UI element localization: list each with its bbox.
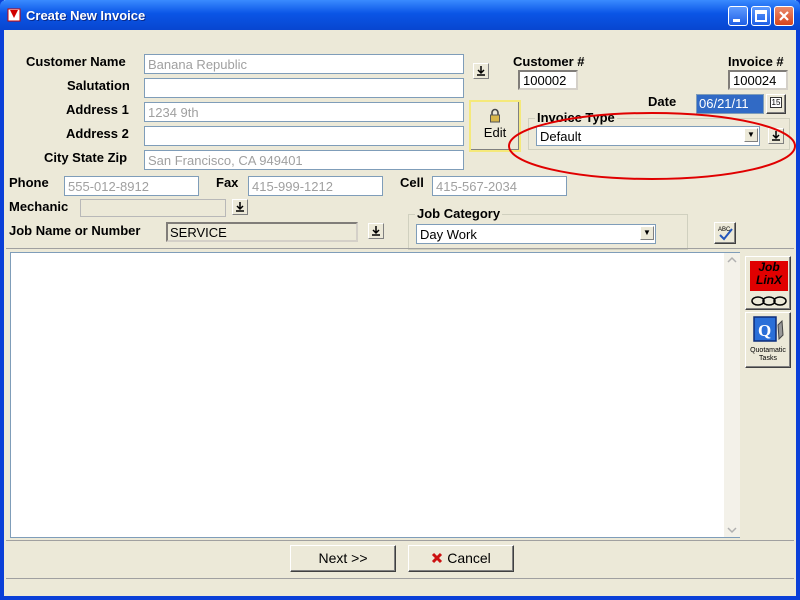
- joblinx-line2: LinX: [756, 273, 782, 287]
- city-state-zip-field[interactable]: San Francisco, CA 949401: [144, 150, 464, 170]
- create-invoice-window: Create New Invoice Customer Name Banana …: [0, 0, 800, 600]
- address2-label: Address 2: [66, 126, 129, 141]
- red-x-icon: [432, 552, 443, 564]
- minimize-icon: [733, 19, 740, 22]
- spellcheck-button[interactable]: ABC: [714, 222, 736, 244]
- form-area: Customer Name Banana Republic Salutation…: [4, 30, 796, 596]
- job-lookup-button[interactable]: [368, 223, 384, 239]
- close-button[interactable]: [774, 6, 794, 26]
- scroll-down-icon: [727, 527, 737, 534]
- fax-field[interactable]: 415-999-1212: [248, 176, 383, 196]
- download-arrow-icon: [372, 226, 380, 236]
- job-category-value: Day Work: [420, 227, 477, 242]
- address1-field[interactable]: 1234 9th: [144, 102, 464, 122]
- phone-field[interactable]: 555-012-8912: [64, 176, 199, 196]
- quotamatic-label: Quotamatic Tasks: [746, 347, 790, 363]
- svg-text:Q: Q: [758, 321, 771, 340]
- invoice-number-label: Invoice #: [728, 54, 784, 69]
- salutation-label: Salutation: [67, 78, 130, 93]
- divider: [6, 540, 794, 541]
- job-name-label: Job Name or Number: [9, 223, 141, 238]
- salutation-field[interactable]: [144, 78, 464, 98]
- notes-textarea[interactable]: [10, 252, 740, 538]
- divider: [6, 248, 794, 249]
- date-label: Date: [648, 94, 677, 109]
- chain-icon: [751, 296, 787, 306]
- joblinx-button[interactable]: Job LinX: [745, 256, 791, 310]
- address2-field[interactable]: [144, 126, 464, 146]
- calendar-icon: 15: [769, 97, 783, 108]
- dropdown-arrow-icon: ▼: [640, 226, 654, 240]
- customer-name-field[interactable]: Banana Republic: [144, 54, 464, 74]
- vertical-scrollbar[interactable]: [724, 253, 740, 537]
- cancel-button[interactable]: Cancel: [408, 545, 514, 572]
- mechanic-field[interactable]: [80, 199, 226, 217]
- next-button-label: Next >>: [318, 550, 368, 566]
- title-bar: Create New Invoice: [0, 0, 800, 30]
- address1-label: Address 1: [66, 102, 129, 117]
- status-bar: [6, 578, 794, 595]
- next-button[interactable]: Next >>: [290, 545, 396, 572]
- cell-field[interactable]: 415-567-2034: [432, 176, 567, 196]
- mechanic-label: Mechanic: [9, 199, 69, 214]
- city-state-zip-label: City State Zip: [44, 150, 128, 165]
- job-category-label: Job Category: [415, 206, 503, 221]
- cell-label: Cell: [400, 175, 424, 190]
- quotamatic-icon: Q: [753, 316, 784, 342]
- quotamatic-button[interactable]: Q Quotamatic Tasks: [745, 312, 791, 368]
- annotation-ellipse: [508, 112, 796, 180]
- maximize-icon: [755, 10, 767, 22]
- download-arrow-icon: [477, 66, 485, 76]
- mechanic-lookup-button[interactable]: [232, 199, 248, 215]
- customer-name-label: Customer Name: [26, 54, 126, 69]
- scroll-up-icon: [727, 256, 737, 263]
- quotamatic-line2: Tasks: [759, 355, 777, 362]
- customer-number-label: Customer #: [513, 54, 585, 69]
- job-category-select[interactable]: Day Work ▼: [416, 224, 656, 244]
- window-title: Create New Invoice: [26, 8, 146, 23]
- lock-icon: [490, 108, 500, 123]
- minimize-button[interactable]: [728, 6, 748, 26]
- fax-label: Fax: [216, 175, 239, 190]
- job-name-field[interactable]: SERVICE: [166, 222, 358, 242]
- cancel-button-label: Cancel: [447, 550, 491, 566]
- maximize-button[interactable]: [751, 6, 771, 26]
- app-icon: [7, 8, 21, 22]
- download-arrow-icon: [236, 202, 244, 212]
- quotamatic-line1: Quotamatic: [750, 347, 786, 354]
- phone-label: Phone: [9, 175, 49, 190]
- close-icon: [779, 11, 789, 21]
- joblinx-icon: Job LinX: [750, 261, 788, 291]
- customer-lookup-button[interactable]: [473, 63, 489, 79]
- customer-number-field: 100002: [518, 70, 578, 90]
- invoice-number-field: 100024: [728, 70, 788, 90]
- spellcheck-icon: ABC: [718, 227, 733, 241]
